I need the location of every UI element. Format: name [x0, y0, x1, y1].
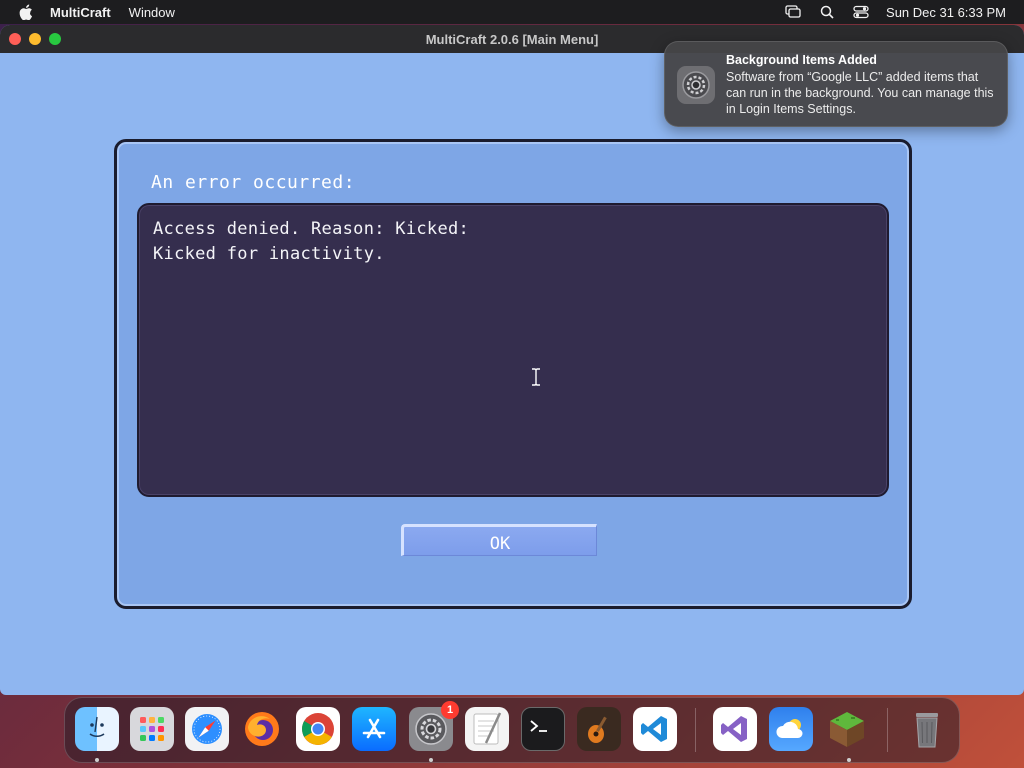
apple-menu-icon[interactable]	[16, 0, 36, 24]
close-window-button[interactable]	[9, 33, 21, 45]
ok-button[interactable]: OK	[401, 524, 597, 556]
error-message-line: Kicked for inactivity.	[153, 244, 385, 264]
text-cursor-icon	[531, 368, 541, 386]
dock-separator	[695, 708, 696, 752]
window-menu[interactable]: Window	[129, 5, 175, 20]
error-dialog: An error occurred: Access denied. Reason…	[114, 139, 912, 609]
firefox-icon[interactable]	[240, 707, 284, 751]
running-indicator	[95, 758, 99, 762]
chrome-icon[interactable]	[296, 707, 340, 751]
running-indicator	[429, 758, 433, 762]
minimize-window-button[interactable]	[29, 33, 41, 45]
weather-icon[interactable]	[769, 707, 813, 751]
running-indicator	[847, 758, 851, 762]
garageband-icon[interactable]	[577, 707, 621, 751]
screen-mirroring-icon[interactable]	[784, 3, 802, 21]
multicraft-icon[interactable]	[825, 707, 869, 751]
background-items-notification[interactable]: Background Items Added Software from “Go…	[664, 41, 1008, 127]
vscode-icon[interactable]	[633, 707, 677, 751]
dock: 1	[64, 697, 960, 763]
window-controls	[9, 33, 61, 45]
terminal-icon[interactable]	[521, 707, 565, 751]
finder-icon[interactable]	[75, 707, 119, 751]
system-settings-icon[interactable]: 1	[409, 701, 459, 751]
dock-separator	[887, 708, 888, 752]
notification-badge: 1	[441, 701, 459, 719]
notification-body: Software from “Google LLC” added items t…	[726, 70, 994, 116]
safari-icon[interactable]	[185, 707, 229, 751]
app-menu[interactable]: MultiCraft	[50, 5, 111, 20]
fullscreen-window-button[interactable]	[49, 33, 61, 45]
visual-studio-icon[interactable]	[713, 707, 757, 751]
notification-title: Background Items Added	[726, 53, 877, 67]
error-message-line: Access denied. Reason: Kicked:	[153, 219, 470, 239]
launchpad-icon[interactable]	[130, 707, 174, 751]
trash-icon[interactable]	[905, 707, 949, 751]
window-title: MultiCraft 2.0.6 [Main Menu]	[425, 31, 599, 47]
spotlight-search-icon[interactable]	[818, 3, 836, 21]
system-settings-icon	[677, 66, 715, 104]
dialog-title: An error occurred:	[151, 172, 356, 193]
textedit-icon[interactable]	[465, 707, 509, 751]
error-message-box[interactable]: Access denied. Reason: Kicked: Kicked fo…	[137, 203, 889, 497]
menu-bar: MultiCraft Window Sun Dec 31 6:33 PM	[0, 0, 1024, 24]
control-center-icon[interactable]	[852, 3, 870, 21]
app-store-icon[interactable]	[352, 707, 396, 751]
menubar-clock[interactable]: Sun Dec 31 6:33 PM	[886, 5, 1006, 20]
